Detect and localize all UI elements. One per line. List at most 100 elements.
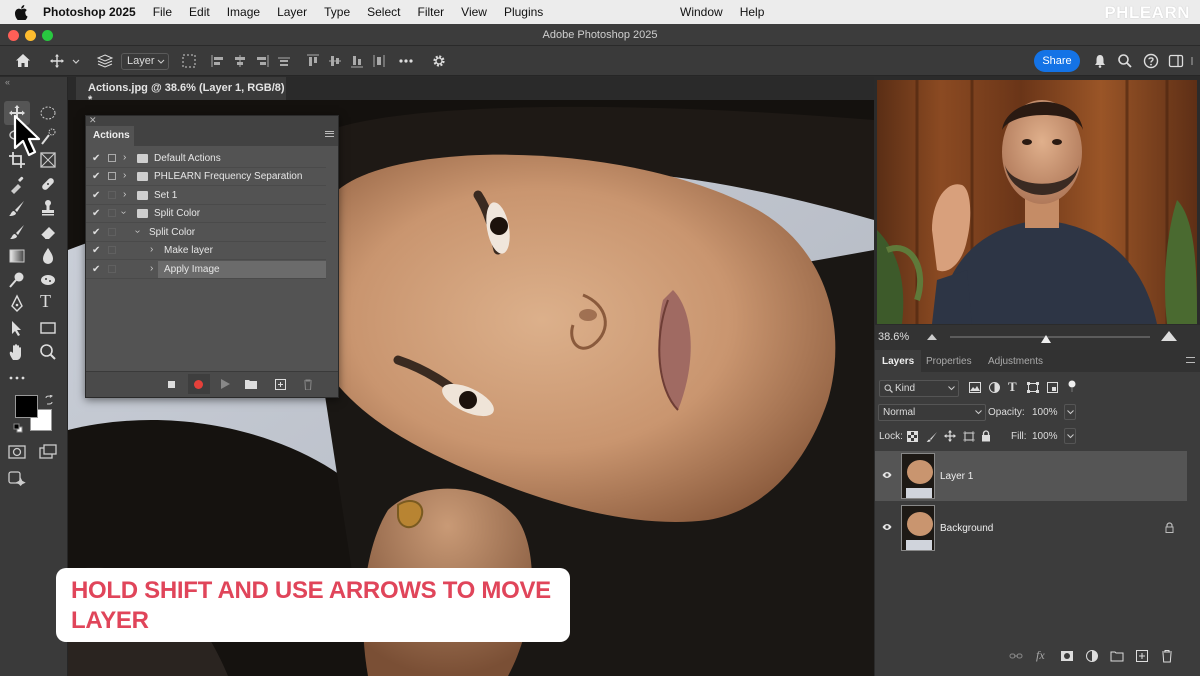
record-icon[interactable] <box>194 380 203 389</box>
chevron-right-icon[interactable]: › <box>123 170 126 181</box>
layer-row[interactable]: Background <box>875 503 1187 553</box>
checkmark-icon[interactable]: ✔ <box>92 190 100 201</box>
document-tab[interactable]: Actions.jpg @ 38.6% (Layer 1, RGB/8) * <box>76 77 286 106</box>
dialog-toggle-icon[interactable] <box>108 191 116 199</box>
type-tool-icon[interactable]: T <box>40 291 51 312</box>
lock-all-icon[interactable] <box>981 430 991 442</box>
lock-position-icon[interactable] <box>944 430 956 442</box>
menu-select[interactable]: Select <box>367 5 400 19</box>
eye-icon[interactable] <box>882 523 892 531</box>
lock-icon[interactable] <box>1165 522 1174 533</box>
lock-transparent-pixels-icon[interactable] <box>907 431 918 442</box>
healing-brush-tool-icon[interactable] <box>38 174 58 194</box>
path-selection-tool-icon[interactable] <box>7 318 27 338</box>
auto-select-layers-icon[interactable] <box>96 53 114 69</box>
move-tool-icon[interactable] <box>49 53 65 69</box>
gradient-tool-icon[interactable] <box>7 246 27 266</box>
filter-toggle-icon[interactable] <box>1068 380 1076 392</box>
menu-plugins[interactable]: Plugins <box>504 5 543 19</box>
auto-select-target-dropdown[interactable]: Layer <box>121 53 169 70</box>
new-layer-icon[interactable] <box>1135 649 1149 663</box>
menu-edit[interactable]: Edit <box>189 5 210 19</box>
frame-tool-icon[interactable] <box>38 150 58 170</box>
stop-recording-icon[interactable] <box>168 381 175 388</box>
checkmark-icon[interactable]: ✔ <box>92 227 100 238</box>
zoom-tool-icon[interactable] <box>38 342 58 362</box>
pixel-layer-filter-icon[interactable] <box>969 382 981 393</box>
workspace-icon[interactable] <box>1168 53 1184 69</box>
menu-file[interactable]: File <box>153 5 172 19</box>
align-right-icon[interactable] <box>254 53 270 69</box>
history-brush-tool-icon[interactable] <box>7 222 27 242</box>
foreground-color-swatch[interactable] <box>15 395 38 418</box>
menu-image[interactable]: Image <box>227 5 260 19</box>
quick-mask-icon[interactable] <box>7 442 27 462</box>
checkmark-icon[interactable]: ✔ <box>92 245 100 256</box>
new-action-icon[interactable] <box>275 379 286 390</box>
gear-icon[interactable] <box>431 53 447 69</box>
tab-layers[interactable]: Layers <box>875 350 922 372</box>
align-bottom-icon[interactable] <box>349 53 365 69</box>
checkmark-icon[interactable]: ✔ <box>92 208 100 219</box>
menu-filter[interactable]: Filter <box>417 5 444 19</box>
hand-tool-icon[interactable] <box>7 342 27 362</box>
action-row[interactable]: ✔ › Split Color <box>86 224 326 242</box>
layer-style-fx-icon[interactable]: fx <box>1036 648 1045 663</box>
blur-tool-icon[interactable] <box>38 246 58 266</box>
menu-help[interactable]: Help <box>740 5 765 19</box>
layer-name[interactable]: Background <box>940 523 993 534</box>
opacity-slider-button[interactable] <box>1064 404 1076 420</box>
clone-stamp-tool-icon[interactable] <box>38 198 58 218</box>
collapse-panel-icon[interactable]: « <box>5 77 10 87</box>
panel-menu-icon[interactable] <box>1186 357 1195 363</box>
pen-tool-icon[interactable] <box>7 294 27 314</box>
chevron-right-icon[interactable]: › <box>150 263 153 274</box>
chevron-down-icon[interactable]: › <box>118 211 129 214</box>
apple-icon[interactable] <box>14 4 28 20</box>
dodge-tool-icon[interactable] <box>7 270 27 290</box>
quick-selection-tool-icon[interactable] <box>38 127 58 147</box>
chevron-down-icon[interactable]: › <box>132 230 143 233</box>
zoom-slider-thumb[interactable] <box>1041 335 1051 343</box>
new-adjustment-layer-icon[interactable] <box>1085 649 1099 663</box>
chevron-right-icon[interactable]: › <box>150 244 153 255</box>
trash-icon[interactable] <box>303 379 313 390</box>
checkmark-icon[interactable]: ✔ <box>92 171 100 182</box>
panel-collapse-icon[interactable] <box>1190 53 1198 69</box>
lock-artboard-icon[interactable] <box>963 431 975 442</box>
shape-layer-filter-icon[interactable] <box>1027 382 1039 393</box>
chevron-right-icon[interactable]: › <box>123 152 126 163</box>
tab-properties[interactable]: Properties <box>926 350 972 372</box>
dialog-toggle-icon[interactable] <box>108 172 116 180</box>
layer-row-selected[interactable]: Layer 1 <box>875 451 1187 501</box>
show-transform-controls-icon[interactable] <box>181 53 197 69</box>
checkmark-icon[interactable]: ✔ <box>92 153 100 164</box>
dialog-toggle-icon[interactable] <box>108 265 116 273</box>
align-vertical-center-icon[interactable] <box>327 53 343 69</box>
adjustment-layer-filter-icon[interactable] <box>989 382 1000 393</box>
checkmark-icon[interactable]: ✔ <box>92 264 100 275</box>
zoom-in-mountain-icon[interactable] <box>1161 331 1177 341</box>
home-icon[interactable] <box>14 52 32 70</box>
play-icon[interactable] <box>220 379 230 389</box>
chevron-right-icon[interactable]: › <box>123 189 126 200</box>
action-set-row[interactable]: ✔ › Split Color <box>86 205 326 223</box>
blend-mode-dropdown[interactable]: Normal <box>878 404 986 421</box>
new-group-folder-icon[interactable] <box>1110 649 1124 663</box>
fill-input[interactable]: 100% <box>1032 431 1058 442</box>
action-set-row[interactable]: ✔ › PHLEARN Frequency Separation <box>86 168 326 186</box>
brush-tool-icon[interactable] <box>7 198 27 218</box>
layer-filter-kind-dropdown[interactable]: Kind <box>879 380 959 397</box>
layer-name[interactable]: Layer 1 <box>940 471 973 482</box>
chevron-down-icon[interactable] <box>71 53 81 69</box>
dialog-toggle-icon[interactable] <box>108 209 116 217</box>
action-set-row[interactable]: ✔ › Default Actions <box>86 150 326 168</box>
align-horizontal-center-icon[interactable] <box>232 53 248 69</box>
generative-fill-icon[interactable] <box>7 469 27 489</box>
tab-adjustments[interactable]: Adjustments <box>988 350 1043 372</box>
zoom-out-mountain-icon[interactable] <box>927 334 937 340</box>
dialog-toggle-icon[interactable] <box>108 246 116 254</box>
smart-object-filter-icon[interactable] <box>1047 382 1058 393</box>
search-icon[interactable] <box>1117 53 1133 69</box>
sponge-tool-icon[interactable] <box>38 270 58 290</box>
